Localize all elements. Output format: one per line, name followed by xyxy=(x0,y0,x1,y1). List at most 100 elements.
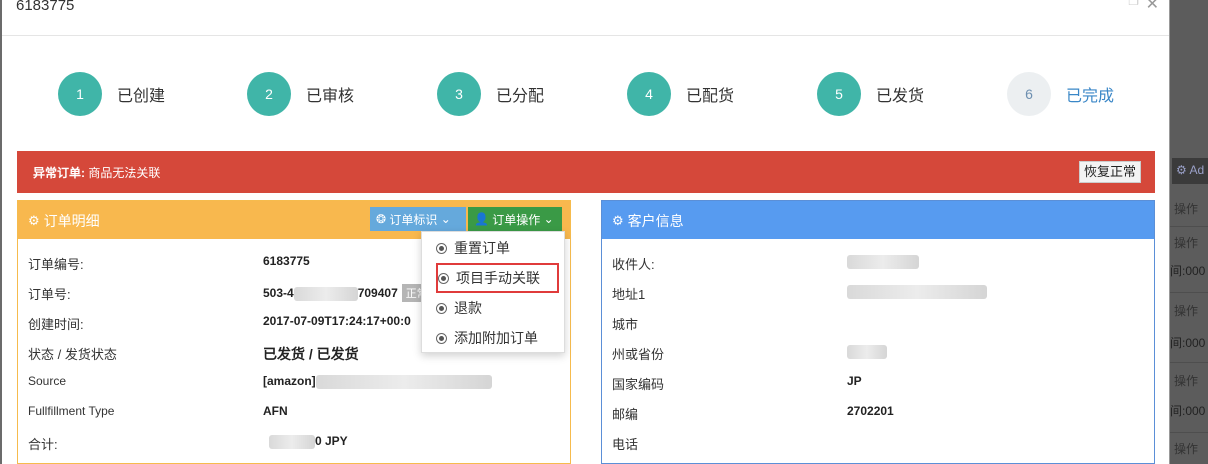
step-label: 已创建 xyxy=(117,88,166,105)
step-label: 已完成 xyxy=(1066,88,1115,105)
recipient-value xyxy=(847,254,919,269)
order-id-suffix: 709407 xyxy=(357,286,398,300)
field-label: 邮编 xyxy=(612,407,639,422)
step-number: 6 xyxy=(1007,72,1051,116)
user-icon: 👤 xyxy=(474,212,489,226)
redacted-blur xyxy=(847,344,887,359)
chevron-down-icon: ⌄ xyxy=(440,212,451,226)
background-op: 操作 xyxy=(1174,202,1199,216)
table-row: 地址1 xyxy=(602,277,1154,307)
customer-panel-title-text: 客户信息 xyxy=(627,213,684,229)
redacted-blur xyxy=(269,434,315,449)
order-operation-dropdown-button[interactable]: 👤 订单操作 ⌄ xyxy=(468,207,562,231)
alert-text: 异常订单: 商品无法关联 xyxy=(33,164,160,181)
state-value xyxy=(847,344,887,359)
gear-icon: ⚙ xyxy=(1176,163,1187,177)
restore-normal-button[interactable]: 恢复正常 xyxy=(1078,161,1141,183)
menu-item-refund[interactable]: 退款 xyxy=(422,293,564,323)
radio-icon xyxy=(436,332,447,344)
background-time: 间:000 xyxy=(1170,404,1206,418)
field-label: 状态 / 发货状态 xyxy=(28,347,117,362)
radio-icon xyxy=(436,302,447,314)
step-label: 已发货 xyxy=(876,88,925,105)
redacted-blur xyxy=(847,254,919,269)
background-ad-label: Ad xyxy=(1189,163,1205,177)
divider xyxy=(1170,292,1208,293)
table-row: Fullfillment Type AFN xyxy=(18,397,570,427)
field-label: 订单号: xyxy=(28,287,71,302)
gears-icon: ⚙ xyxy=(28,213,40,228)
step-number: 3 xyxy=(437,72,481,116)
order-id-value: 503-4 709407 正常 xyxy=(263,284,432,302)
source-text: [amazon] xyxy=(263,374,316,388)
menu-item-label: 添加附加订单 xyxy=(454,330,538,346)
step-shipped: 5 已发货 xyxy=(817,72,924,116)
table-row: 州或省份 xyxy=(602,337,1154,367)
order-operation-label: 订单操作 xyxy=(492,212,541,227)
total-text: 0 JPY xyxy=(315,434,348,448)
step-reviewed: 2 已审核 xyxy=(247,72,354,116)
modal-header: 6183775 ❐ ✕ xyxy=(2,0,1169,36)
radio-icon xyxy=(438,272,449,284)
radio-icon xyxy=(436,242,447,254)
order-number-value: 6183775 xyxy=(263,254,310,268)
total-value: 0 JPY xyxy=(263,434,348,449)
menu-item-reset-order[interactable]: 重置订单 xyxy=(422,233,564,263)
step-created: 1 已创建 xyxy=(58,72,165,116)
background-ad-button: ⚙ Ad xyxy=(1172,158,1208,184)
table-row: 国家编码 JP xyxy=(602,367,1154,397)
redacted-blur xyxy=(847,284,987,299)
step-number: 5 xyxy=(817,72,861,116)
modal-title: 6183775 xyxy=(16,0,75,14)
step-label: 已分配 xyxy=(496,88,545,105)
order-id-prefix: 503-4 xyxy=(263,286,294,300)
alert-title: 异常订单: xyxy=(33,166,85,180)
divider xyxy=(1170,432,1208,433)
redacted-blur xyxy=(293,286,358,301)
order-operation-menu: 重置订单 项目手动关联 退款 添加附加订单 xyxy=(421,231,565,353)
step-completed: 6 已完成 xyxy=(1007,72,1114,116)
restore-window-icon[interactable]: ❐ xyxy=(1128,0,1139,8)
step-number: 1 xyxy=(58,72,102,116)
table-row: 城市 xyxy=(602,307,1154,337)
chevron-down-icon: ⌄ xyxy=(543,212,554,226)
table-row: 合计: 0 JPY xyxy=(18,427,570,457)
step-number: 4 xyxy=(627,72,671,116)
field-label: 城市 xyxy=(612,317,639,332)
menu-item-manual-link[interactable]: 项目手动关联 xyxy=(436,263,559,293)
field-label: 订单编号: xyxy=(28,257,84,272)
table-row: 电话 xyxy=(602,427,1154,457)
order-tag-dropdown-button[interactable]: ❂ 订单标识 ⌄ xyxy=(370,207,466,231)
redacted-blur xyxy=(315,374,492,389)
postal-code-value: 2702201 xyxy=(847,404,894,418)
menu-item-label: 退款 xyxy=(454,300,482,316)
step-number: 2 xyxy=(247,72,291,116)
order-tag-label: 订单标识 xyxy=(389,212,438,227)
order-panel-title-text: 订单明细 xyxy=(43,213,100,229)
step-label: 已审核 xyxy=(306,88,355,105)
background-op: 操作 xyxy=(1174,374,1199,388)
customer-info-rows: 收件人: 地址1 城市 州或省份 国家编码 JP 邮编 2702201 电话 xyxy=(602,247,1154,457)
step-label: 已配货 xyxy=(686,88,735,105)
gears-icon: ⚙ xyxy=(612,213,624,228)
field-label: 地址1 xyxy=(612,287,646,302)
background-op: 操作 xyxy=(1174,236,1199,250)
status-value: 已发货 / 已发货 xyxy=(263,346,359,362)
menu-item-add-sub-order[interactable]: 添加附加订单 xyxy=(422,323,564,353)
alert-message: 商品无法关联 xyxy=(88,166,161,180)
field-label: 收件人: xyxy=(612,257,655,272)
order-progress-steps: 1 已创建 2 已审核 3 已分配 4 已配货 5 已发货 6 已完成 xyxy=(2,36,1169,148)
background-time: 间:000 xyxy=(1170,336,1206,350)
customer-info-panel: ⚙ 客户信息 收件人: 地址1 城市 州或省份 国家编码 JP 邮编 27022… xyxy=(601,200,1155,464)
country-code-value: JP xyxy=(847,374,862,388)
background-page: ⚙ Ad 操作 操作 间:000 操作 间:000 操作 间:000 操作 xyxy=(1170,0,1208,464)
field-label: 创建时间: xyxy=(28,317,84,332)
background-time: 间:000 xyxy=(1170,264,1206,278)
background-op: 操作 xyxy=(1174,442,1199,456)
source-value: [amazon] xyxy=(263,374,492,389)
abnormal-order-alert: 异常订单: 商品无法关联 恢复正常 xyxy=(17,151,1155,193)
close-icon[interactable]: ✕ xyxy=(1146,0,1159,14)
fulfillment-type-value: AFN xyxy=(263,404,288,418)
order-panel-title: ⚙ 订单明细 xyxy=(28,211,100,231)
menu-item-label: 项目手动关联 xyxy=(456,270,540,286)
